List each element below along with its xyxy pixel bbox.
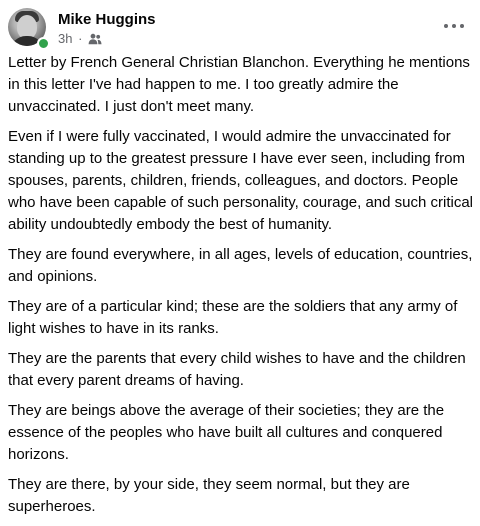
more-options-icon-dot (452, 24, 456, 28)
post-meta: 3h · (58, 30, 102, 46)
post-timestamp[interactable]: 3h (58, 31, 72, 46)
meta-separator: · (78, 31, 83, 47)
post-paragraph: Letter by French General Christian Blanc… (8, 54, 470, 115)
friends-icon[interactable] (88, 33, 102, 45)
post-paragraph: They are the parents that every child wi… (8, 350, 466, 389)
post-paragraph: They are found everywhere, in all ages, … (8, 246, 473, 285)
author-name[interactable]: Mike Huggins (58, 11, 156, 28)
post-body: Letter by French General Christian Blanc… (8, 52, 476, 526)
post-header: Mike Huggins 3h · (8, 6, 472, 50)
post-paragraph: They are beings above the average of the… (8, 402, 445, 463)
more-options-icon (444, 24, 448, 28)
post-paragraph: They are of a particular kind; these are… (8, 298, 458, 337)
post-paragraph: They are there, by your side, they seem … (8, 476, 410, 515)
online-status-indicator (37, 37, 50, 50)
post-paragraph: Even if I were fully vaccinated, I would… (8, 128, 474, 233)
post-card: Mike Huggins 3h · Letter by French Gener… (0, 0, 480, 515)
more-options-button[interactable] (440, 16, 468, 36)
more-options-icon-dot (460, 24, 464, 28)
